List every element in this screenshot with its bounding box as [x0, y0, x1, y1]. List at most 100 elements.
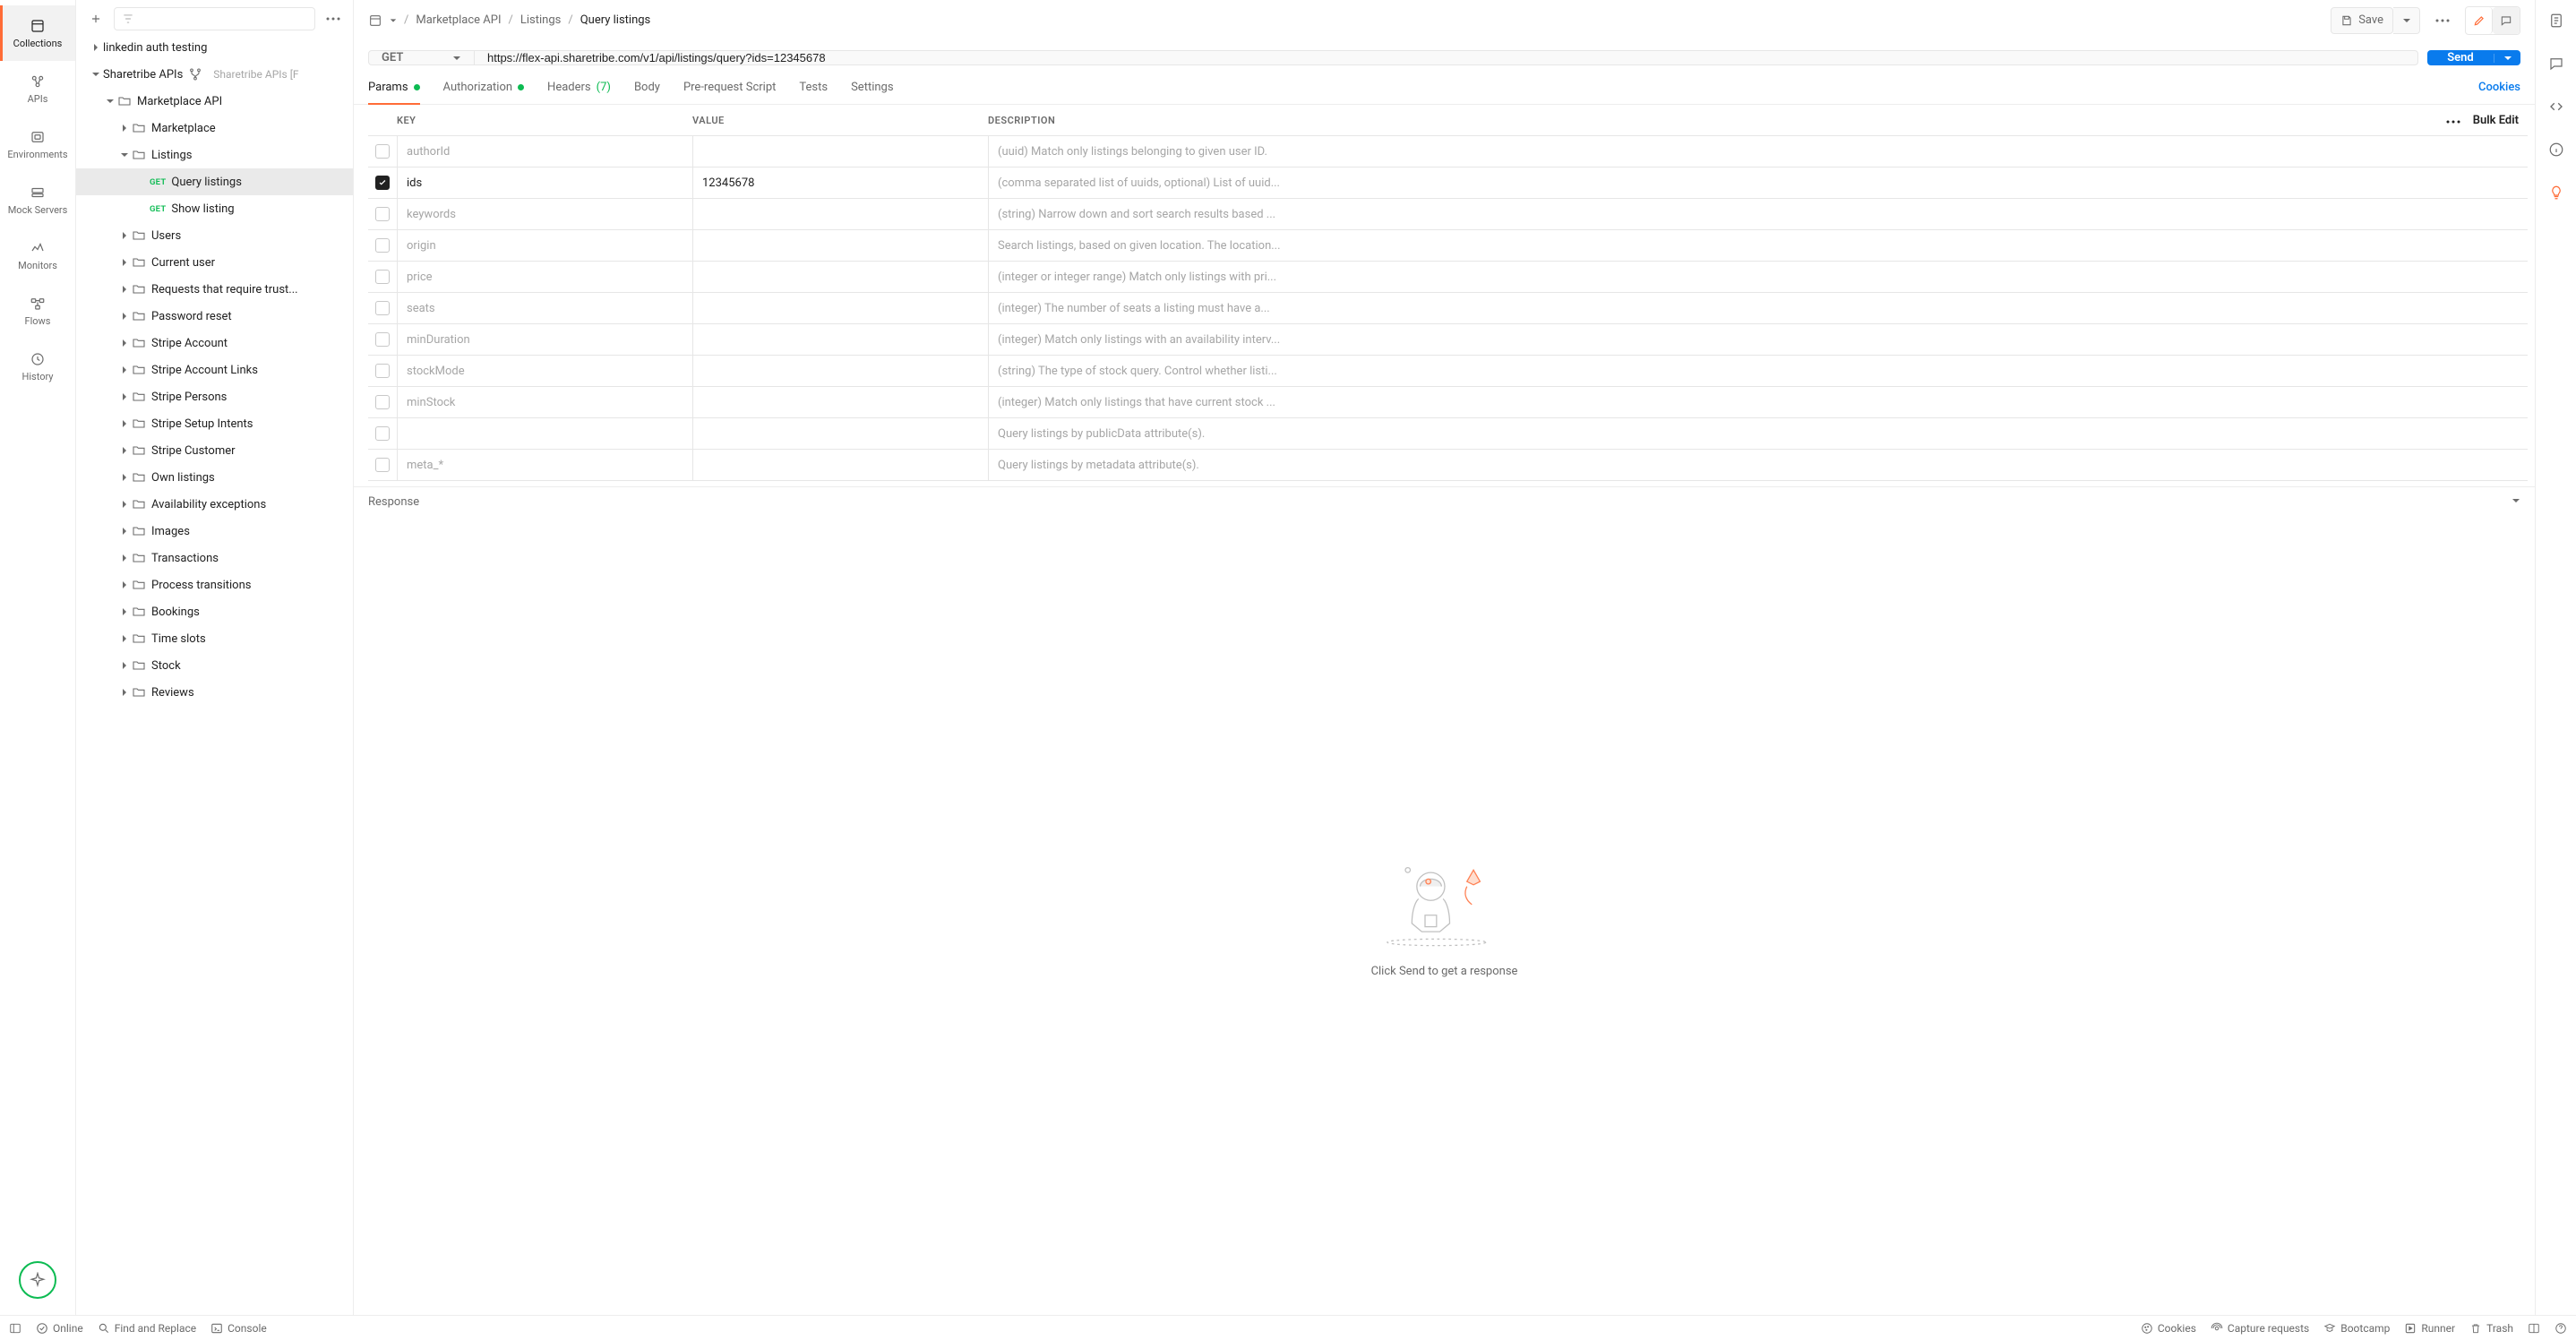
- param-checkbox[interactable]: [375, 332, 390, 347]
- lightbulb-icon[interactable]: [2548, 185, 2564, 204]
- param-desc-cell[interactable]: (integer) Match only listings that have …: [988, 387, 2528, 417]
- param-checkbox[interactable]: [375, 364, 390, 378]
- request-tab-icon[interactable]: [368, 13, 382, 28]
- status-panes-icon[interactable]: [2528, 1322, 2540, 1335]
- status-online[interactable]: Online: [36, 1322, 83, 1335]
- tree-item-sharetribe-apis[interactable]: Sharetribe APIs Sharetribe APIs [F: [76, 61, 353, 88]
- status-console[interactable]: Console: [210, 1322, 267, 1335]
- param-desc-cell[interactable]: (comma separated list of uuids, optional…: [988, 168, 2528, 198]
- param-key-cell[interactable]: minStock: [397, 387, 692, 417]
- rail-flows[interactable]: Flows: [0, 283, 75, 339]
- tree-folder-item[interactable]: Reviews: [76, 679, 353, 706]
- param-desc-cell[interactable]: (integer) The number of seats a listing …: [988, 293, 2528, 323]
- comments-icon[interactable]: [2548, 56, 2564, 75]
- tree-folder-item[interactable]: Images: [76, 518, 353, 545]
- tree-item-marketplace-folder[interactable]: Marketplace: [76, 115, 353, 142]
- send-dropdown[interactable]: [2494, 54, 2520, 63]
- param-desc-cell[interactable]: (integer or integer range) Match only li…: [988, 262, 2528, 292]
- param-checkbox[interactable]: [375, 144, 390, 159]
- tree-folder-item[interactable]: Stripe Setup Intents: [76, 410, 353, 437]
- tree-folder-item[interactable]: Stock: [76, 652, 353, 679]
- method-dropdown[interactable]: GET: [369, 51, 475, 64]
- tab-prerequest[interactable]: Pre-request Script: [683, 71, 776, 104]
- cookies-link[interactable]: Cookies: [2478, 81, 2520, 94]
- tree-item-listings-folder[interactable]: Listings: [76, 142, 353, 168]
- breadcrumb-segment[interactable]: Marketplace API: [416, 13, 501, 27]
- chevron-down-icon[interactable]: [390, 17, 397, 24]
- breadcrumb-segment[interactable]: Listings: [520, 13, 561, 27]
- status-capture[interactable]: Capture requests: [2211, 1322, 2309, 1335]
- param-key-cell[interactable]: meta_*: [397, 450, 692, 480]
- param-desc-cell[interactable]: Query listings by publicData attribute(s…: [988, 418, 2528, 449]
- tree-item-marketplace-api[interactable]: Marketplace API: [76, 88, 353, 115]
- tree-folder-item[interactable]: Requests that require trust...: [76, 276, 353, 303]
- rail-environments[interactable]: Environments: [0, 116, 75, 172]
- sidebar-more-icon[interactable]: [322, 8, 344, 30]
- tree-folder-item[interactable]: Stripe Account Links: [76, 356, 353, 383]
- code-icon[interactable]: [2548, 99, 2564, 118]
- status-trash[interactable]: Trash: [2469, 1322, 2513, 1335]
- tree-folder-item[interactable]: Stripe Account: [76, 330, 353, 356]
- tab-params[interactable]: Params: [368, 71, 420, 104]
- param-desc-cell[interactable]: (uuid) Match only listings belonging to …: [988, 136, 2528, 167]
- param-checkbox[interactable]: [375, 395, 390, 409]
- param-checkbox[interactable]: [375, 207, 390, 221]
- param-key-cell[interactable]: [397, 418, 692, 449]
- params-more-icon[interactable]: [2446, 114, 2460, 127]
- rail-monitors[interactable]: Monitors: [0, 228, 75, 283]
- rail-history[interactable]: History: [0, 339, 75, 394]
- param-value-cell[interactable]: [692, 136, 988, 167]
- tree-folder-item[interactable]: Transactions: [76, 545, 353, 571]
- bulk-edit-button[interactable]: Bulk Edit: [2473, 114, 2519, 127]
- param-key-cell[interactable]: stockMode: [397, 356, 692, 386]
- documentation-icon[interactable]: [2548, 13, 2564, 32]
- param-value-cell[interactable]: [692, 262, 988, 292]
- tree-folder-item[interactable]: Own listings: [76, 464, 353, 491]
- comment-button[interactable]: [2493, 7, 2520, 34]
- param-value-cell[interactable]: [692, 387, 988, 417]
- param-key-cell[interactable]: seats: [397, 293, 692, 323]
- tree-request-item[interactable]: GETShow listing: [76, 195, 353, 222]
- param-key-cell[interactable]: keywords: [397, 199, 692, 229]
- tree-folder-item[interactable]: Availability exceptions: [76, 491, 353, 518]
- rail-collections[interactable]: Collections: [0, 5, 75, 61]
- request-more-icon[interactable]: [2429, 7, 2456, 34]
- save-button[interactable]: Save: [2331, 7, 2393, 34]
- sidebar-toggle-icon[interactable]: [9, 1322, 21, 1335]
- rail-apis[interactable]: APIs: [0, 61, 75, 116]
- param-value-cell[interactable]: [692, 230, 988, 261]
- tab-headers[interactable]: Headers (7): [547, 71, 611, 104]
- info-icon[interactable]: [2548, 142, 2564, 161]
- param-value-cell[interactable]: [692, 199, 988, 229]
- param-value-cell[interactable]: 12345678: [692, 168, 988, 198]
- send-button[interactable]: Send: [2427, 51, 2494, 64]
- tree-item-linkedin[interactable]: linkedin auth testing: [76, 34, 353, 61]
- param-key-cell[interactable]: authorId: [397, 136, 692, 167]
- filter-input[interactable]: [114, 7, 315, 30]
- save-dropdown-button[interactable]: [2393, 7, 2420, 34]
- tab-authorization[interactable]: Authorization: [443, 71, 525, 104]
- tree-folder-item[interactable]: Password reset: [76, 303, 353, 330]
- param-key-cell[interactable]: minDuration: [397, 324, 692, 355]
- param-value-cell[interactable]: [692, 418, 988, 449]
- param-desc-cell[interactable]: Search listings, based on given location…: [988, 230, 2528, 261]
- status-bootcamp[interactable]: Bootcamp: [2323, 1322, 2390, 1335]
- param-desc-cell[interactable]: (string) Narrow down and sort search res…: [988, 199, 2528, 229]
- tree-folder-item[interactable]: Users: [76, 222, 353, 249]
- param-key-cell[interactable]: ids: [397, 168, 692, 198]
- param-checkbox[interactable]: [375, 458, 390, 472]
- param-desc-cell[interactable]: (string) The type of stock query. Contro…: [988, 356, 2528, 386]
- tab-tests[interactable]: Tests: [799, 71, 828, 104]
- tree-folder-item[interactable]: Process transitions: [76, 571, 353, 598]
- tree-folder-item[interactable]: Time slots: [76, 625, 353, 652]
- status-cookies[interactable]: Cookies: [2141, 1322, 2196, 1335]
- url-input[interactable]: [475, 51, 2417, 64]
- edit-button[interactable]: [2466, 7, 2493, 34]
- param-key-cell[interactable]: origin: [397, 230, 692, 261]
- param-desc-cell[interactable]: (integer) Match only listings with an av…: [988, 324, 2528, 355]
- tree-folder-item[interactable]: Stripe Persons: [76, 383, 353, 410]
- param-checkbox[interactable]: [375, 238, 390, 253]
- param-value-cell[interactable]: [692, 293, 988, 323]
- response-collapse-icon[interactable]: [2512, 495, 2520, 509]
- rail-mock-servers[interactable]: Mock Servers: [0, 172, 75, 228]
